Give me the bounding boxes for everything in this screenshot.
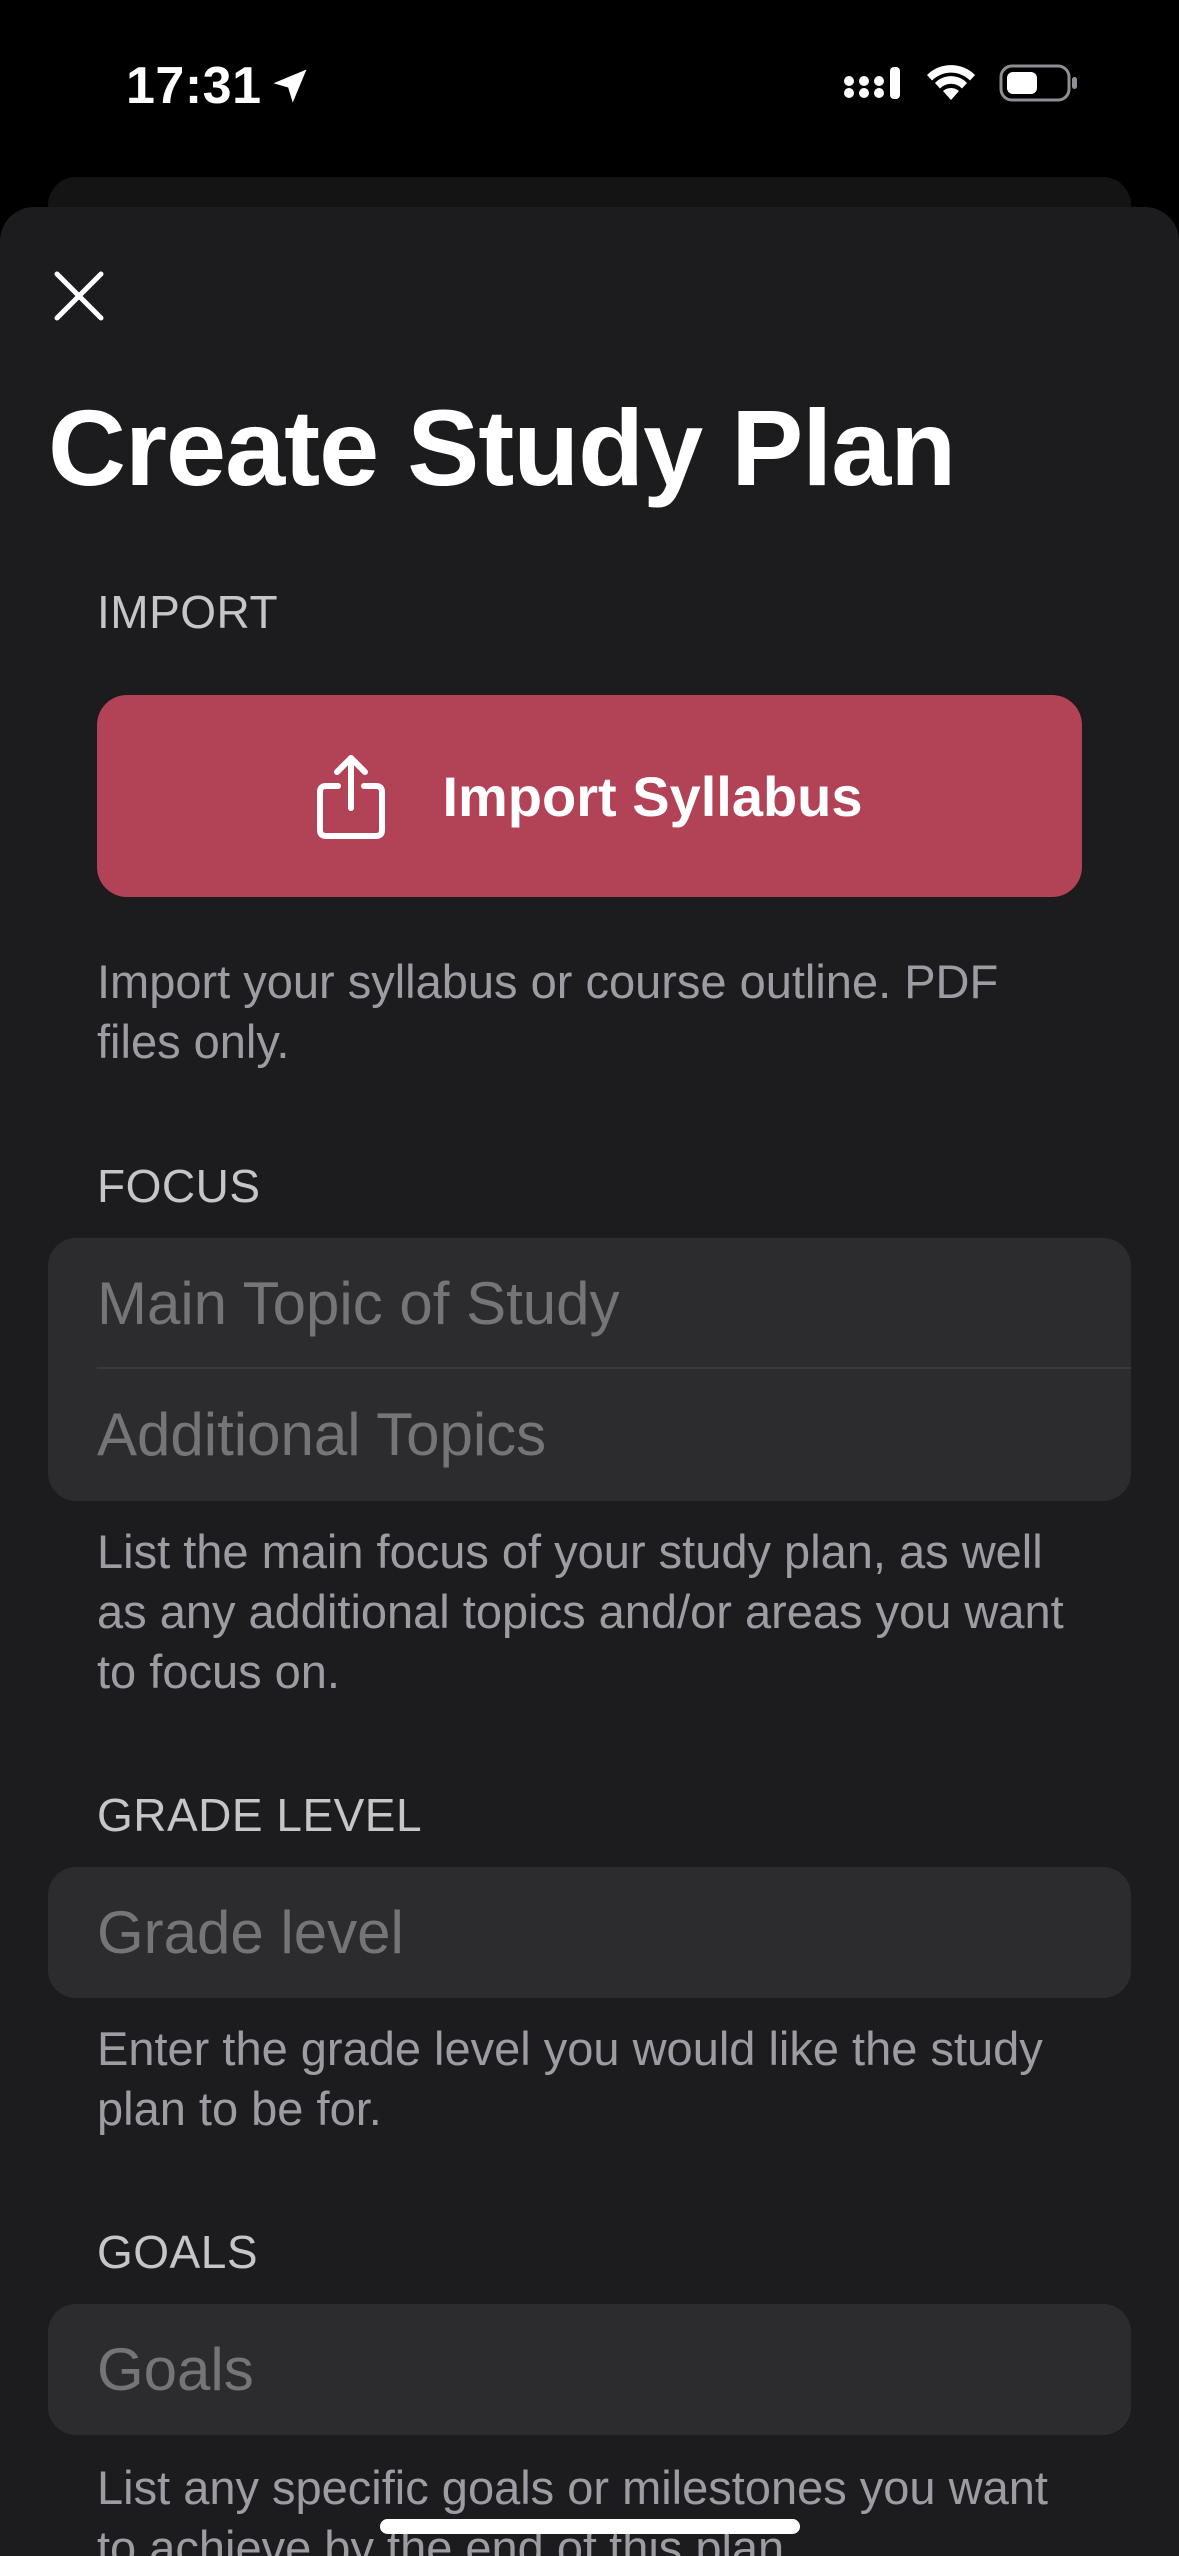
grade-level-field-group [48,1867,1131,1998]
additional-topics-input[interactable] [97,1400,1097,1469]
main-topic-row [48,1238,1131,1369]
cellular-signal-icon [844,67,900,99]
import-section-header: IMPORT [97,586,279,638]
close-button[interactable] [46,263,112,329]
goals-field-group [48,2304,1131,2435]
status-bar: 17:31 [0,0,1179,175]
battery-icon [999,64,1077,102]
import-syllabus-button[interactable]: Import Syllabus [97,695,1082,897]
focus-field-group [48,1238,1131,1501]
location-arrow-icon [273,69,306,103]
goals-row [48,2304,1131,2435]
close-icon [54,271,104,321]
create-study-plan-sheet: Create Study Plan IMPORT Import Syllabus… [0,207,1179,2556]
grade-level-footer-text: Enter the grade level you would like the… [97,2022,1043,2135]
status-time-label: 17:31 [126,57,262,115]
grade-level-section-header: GRADE LEVEL [97,1789,423,1841]
goals-section-header: GOALS [97,2226,259,2278]
status-time: 17:31 [126,56,312,116]
additional-topics-row [48,1369,1131,1500]
goals-footer-text: List any specific goals or milestones yo… [97,2461,1048,2556]
wifi-icon [927,65,975,100]
focus-section-header: FOCUS [97,1160,261,1212]
focus-footer-text: List the main focus of your study plan, … [97,1525,1064,1698]
grade-level-row [48,1867,1131,1998]
page-title: Create Study Plan [48,387,956,508]
status-icons [843,64,1079,102]
goals-input[interactable] [97,2335,1097,2404]
home-indicator[interactable] [380,2519,800,2534]
import-footer-text: Import your syllabus or course outline. … [97,955,999,1068]
main-topic-input[interactable] [97,1269,1097,1338]
import-syllabus-label: Import Syllabus [442,764,863,828]
share-upload-icon [317,755,386,839]
grade-level-input[interactable] [97,1898,1097,1967]
